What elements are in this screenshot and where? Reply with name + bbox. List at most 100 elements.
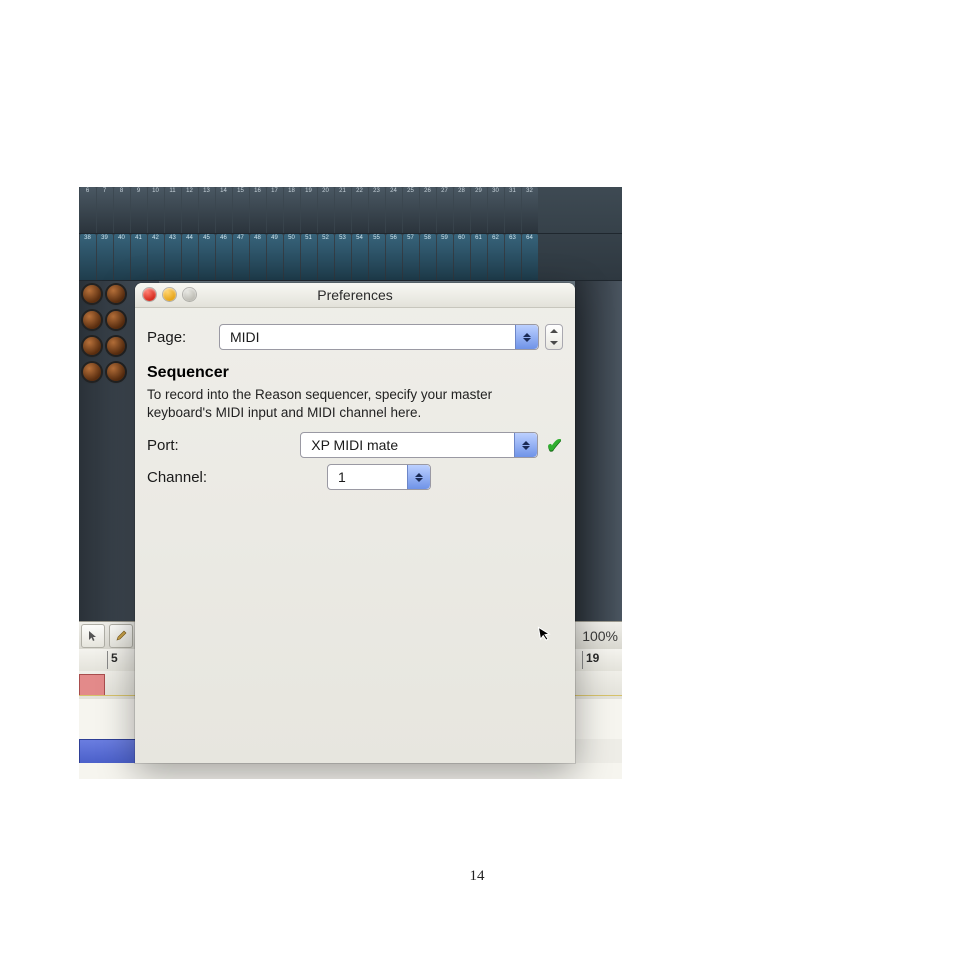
channel-number: 22: [352, 188, 368, 194]
channel-number: 15: [233, 188, 249, 194]
mixer-channel[interactable]: 50: [284, 234, 300, 280]
mixer-channel[interactable]: 54: [352, 234, 368, 280]
mixer-channel[interactable]: 16: [250, 187, 266, 233]
zoom-level[interactable]: 100%: [582, 628, 618, 644]
mixer-channel[interactable]: 18: [284, 187, 300, 233]
mixer-channel[interactable]: 55: [369, 234, 385, 280]
mixer-channel[interactable]: 22: [352, 187, 368, 233]
mixer-channel[interactable]: 43: [165, 234, 181, 280]
mixer-channel[interactable]: 6: [80, 187, 96, 233]
mixer-channel[interactable]: 30: [488, 187, 504, 233]
dialog-title: Preferences: [317, 287, 392, 303]
mixer-channel[interactable]: 28: [454, 187, 470, 233]
mixer-channel[interactable]: 10: [148, 187, 164, 233]
mixer-channel[interactable]: 14: [216, 187, 232, 233]
mixer-channel[interactable]: 21: [335, 187, 351, 233]
channel-number: 56: [386, 235, 402, 241]
checkmark-icon: ✔: [546, 433, 563, 458]
mixer-channel[interactable]: 64: [522, 234, 538, 280]
audio-clip[interactable]: [79, 674, 105, 696]
channel-number: 32: [522, 188, 538, 194]
mixer-channel[interactable]: 19: [301, 187, 317, 233]
minimize-icon[interactable]: [163, 288, 176, 301]
mixer-channel[interactable]: 13: [199, 187, 215, 233]
document-page-number: 14: [0, 868, 954, 885]
mixer-channel[interactable]: 56: [386, 234, 402, 280]
dialog-titlebar[interactable]: Preferences: [135, 283, 575, 308]
mixer-channel[interactable]: 44: [182, 234, 198, 280]
channel-select[interactable]: 1: [327, 464, 431, 490]
mixer-channel[interactable]: 23: [369, 187, 385, 233]
channel-number: 54: [352, 235, 368, 241]
mixer-channel[interactable]: 38: [80, 234, 96, 280]
mixer-channel[interactable]: 60: [454, 234, 470, 280]
knob-icon: [83, 337, 101, 355]
mixer-channel[interactable]: 11: [165, 187, 181, 233]
mixer-channel[interactable]: 20: [318, 187, 334, 233]
pointer-tool-button[interactable]: [81, 624, 105, 648]
mixer-channel[interactable]: 57: [403, 234, 419, 280]
channel-number: 47: [233, 235, 249, 241]
mixer-channel[interactable]: 61: [471, 234, 487, 280]
mixer-channel[interactable]: 7: [97, 187, 113, 233]
section-heading: Sequencer: [147, 364, 563, 382]
preferences-dialog: Preferences Page: MIDI Sequencer To reco…: [135, 283, 575, 763]
channel-number: 19: [301, 188, 317, 194]
knob-icon: [83, 363, 101, 381]
mixer-channel[interactable]: 17: [267, 187, 283, 233]
mixer-channel[interactable]: 59: [437, 234, 453, 280]
track-empty: [79, 763, 622, 779]
dropdown-arrows-icon: [407, 465, 430, 489]
mixer-channel[interactable]: 47: [233, 234, 249, 280]
close-icon[interactable]: [143, 288, 156, 301]
mixer-channel[interactable]: 49: [267, 234, 283, 280]
knob-icon: [83, 311, 101, 329]
channel-number: 59: [437, 235, 453, 241]
mixer-channel[interactable]: 40: [114, 234, 130, 280]
channel-number: 58: [420, 235, 436, 241]
channel-number: 21: [335, 188, 351, 194]
mixer-channel[interactable]: 29: [471, 187, 487, 233]
mixer-channel[interactable]: 52: [318, 234, 334, 280]
mixer-channel[interactable]: 62: [488, 234, 504, 280]
pencil-tool-button[interactable]: [109, 624, 133, 648]
mixer-channel[interactable]: 53: [335, 234, 351, 280]
channel-number: 57: [403, 235, 419, 241]
page-select[interactable]: MIDI: [219, 324, 539, 350]
page-select-value: MIDI: [230, 329, 260, 345]
channel-number: 23: [369, 188, 385, 194]
mixer-channel[interactable]: 26: [420, 187, 436, 233]
mixer-channel[interactable]: 15: [233, 187, 249, 233]
mixer-channel[interactable]: 9: [131, 187, 147, 233]
channel-number: 60: [454, 235, 470, 241]
mixer-channel[interactable]: 12: [182, 187, 198, 233]
mixer-channel[interactable]: 63: [505, 234, 521, 280]
channel-number: 42: [148, 235, 164, 241]
zoom-icon: [183, 288, 196, 301]
channel-number: 9: [131, 188, 147, 194]
mixer-channel[interactable]: 46: [216, 234, 232, 280]
channel-number: 55: [369, 235, 385, 241]
mixer-channel[interactable]: 24: [386, 187, 402, 233]
knob-icon: [107, 311, 125, 329]
mixer-channel[interactable]: 27: [437, 187, 453, 233]
mixer-channel[interactable]: 51: [301, 234, 317, 280]
mixer-channel[interactable]: 45: [199, 234, 215, 280]
mixer-channel[interactable]: 32: [522, 187, 538, 233]
channel-number: 6: [80, 188, 96, 194]
page-stepper[interactable]: [545, 324, 563, 350]
mixer-channel[interactable]: 39: [97, 234, 113, 280]
mixer-channel[interactable]: 41: [131, 234, 147, 280]
channel-number: 48: [250, 235, 266, 241]
mixer-channel[interactable]: 31: [505, 187, 521, 233]
channel-number: 62: [488, 235, 504, 241]
mixer-channel[interactable]: 58: [420, 234, 436, 280]
channel-number: 24: [386, 188, 402, 194]
knob-icon: [107, 285, 125, 303]
mixer-channel[interactable]: 8: [114, 187, 130, 233]
mixer-channel[interactable]: 25: [403, 187, 419, 233]
port-select[interactable]: XP MIDI mate: [300, 432, 538, 458]
channel-number: 18: [284, 188, 300, 194]
mixer-channel[interactable]: 48: [250, 234, 266, 280]
mixer-channel[interactable]: 42: [148, 234, 164, 280]
